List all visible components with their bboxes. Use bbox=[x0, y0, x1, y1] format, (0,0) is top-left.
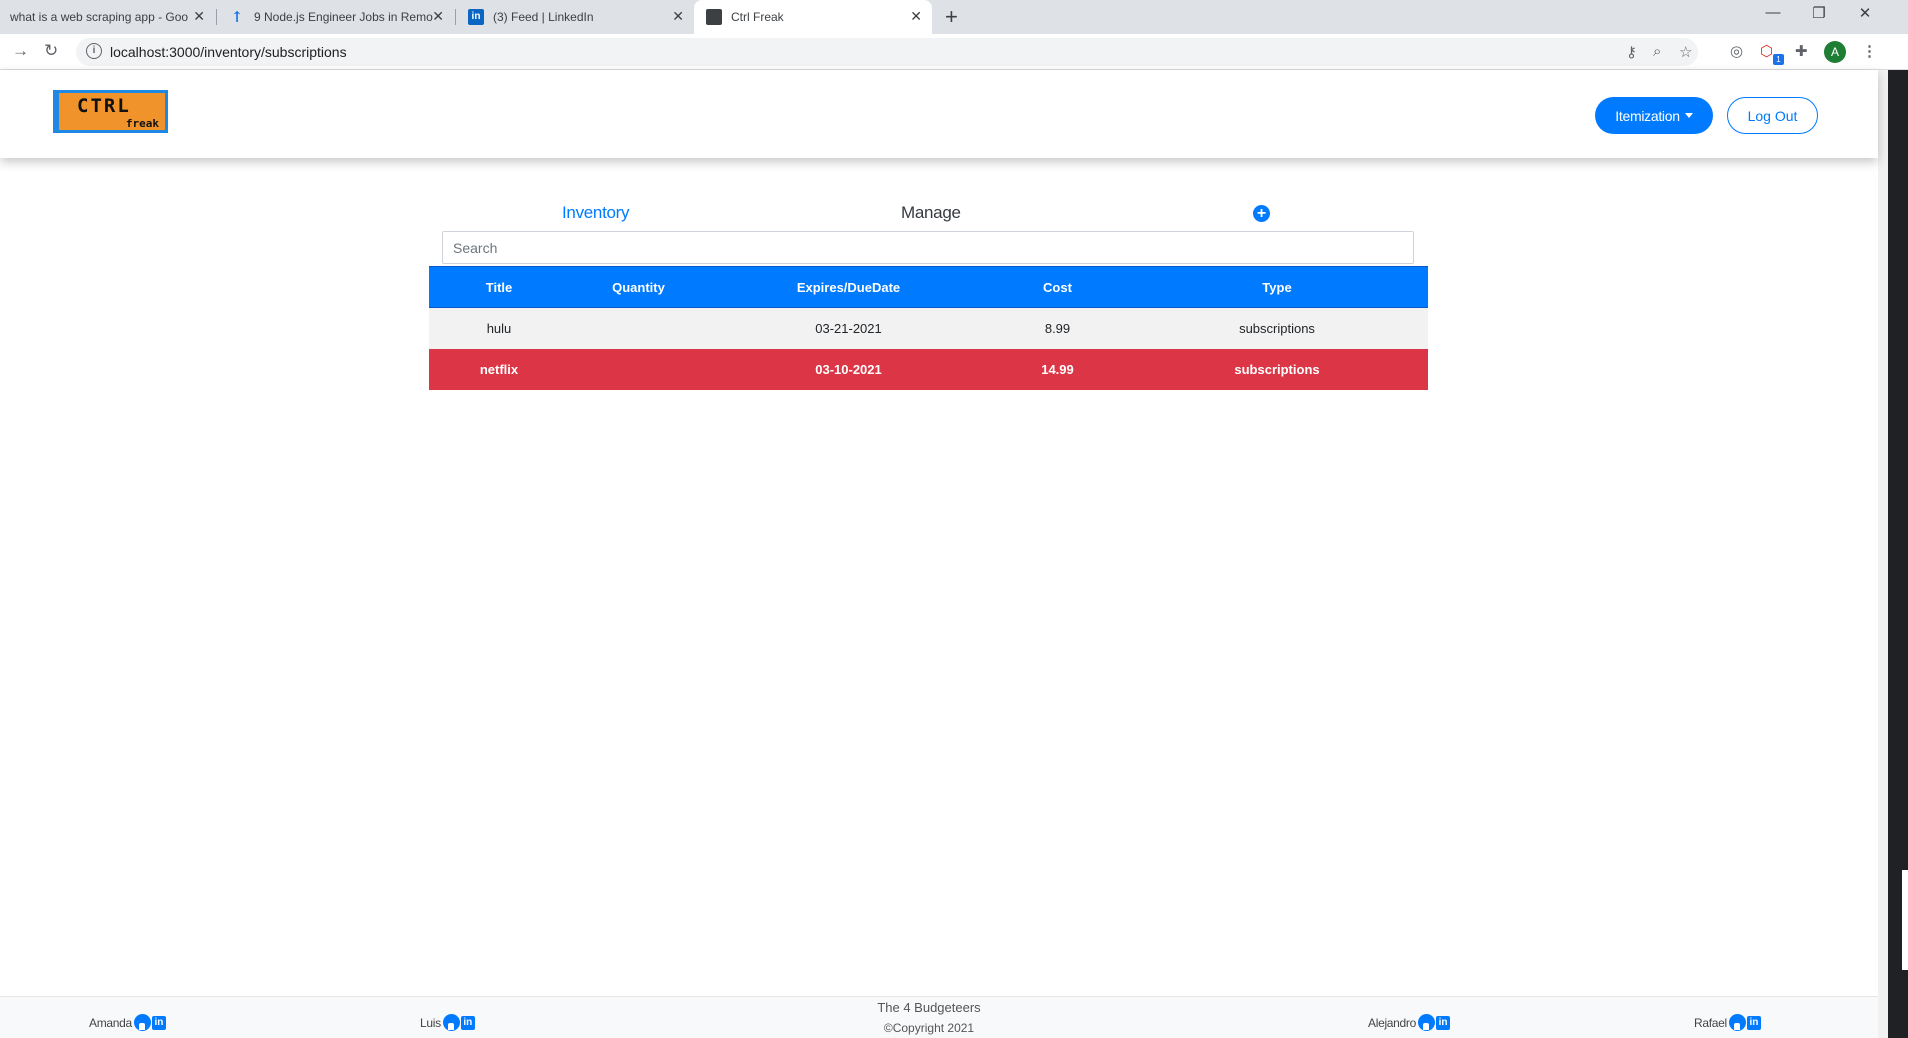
logo-box: CTRL freak bbox=[59, 93, 165, 130]
caret-down-icon bbox=[1684, 113, 1693, 118]
cell-title: hulu bbox=[486, 320, 512, 336]
cell-quantity bbox=[569, 308, 708, 349]
minimize-icon[interactable]: — bbox=[1750, 4, 1796, 21]
menu-icon[interactable]: ⋮ bbox=[1862, 42, 1877, 60]
logout-button[interactable]: Log Out bbox=[1727, 97, 1818, 134]
cell-due-date: 03-10-2021 bbox=[815, 361, 882, 377]
tab-inventory[interactable]: Inventory bbox=[562, 203, 630, 223]
linkedin-icon[interactable]: in bbox=[460, 1015, 475, 1030]
reload-icon[interactable]: ↻ bbox=[44, 41, 58, 61]
inventory-table: Title Quantity Expires/DueDate Cost Type… bbox=[429, 266, 1428, 390]
linkedin-icon[interactable]: in bbox=[1436, 1015, 1451, 1030]
logo[interactable]: CTRL freak bbox=[53, 90, 168, 133]
browser-tab-active[interactable]: Ctrl Freak ✕ bbox=[694, 0, 932, 34]
tab-title: Ctrl Freak bbox=[731, 10, 784, 24]
linkedin-icon[interactable]: in bbox=[151, 1015, 166, 1030]
footer: Amanda in Luis in The 4 Budgeteers ©Copy… bbox=[0, 996, 1878, 1038]
logo-subtext: freak bbox=[125, 117, 159, 130]
close-icon[interactable]: ✕ bbox=[672, 8, 684, 25]
key-icon[interactable]: ⚷ bbox=[1626, 43, 1637, 61]
column-header: Title bbox=[429, 266, 569, 308]
browser-tab[interactable]: what is a web scraping app - Goo ✕ bbox=[0, 0, 215, 34]
team-member: Luis in bbox=[420, 1014, 475, 1031]
team-member: Rafael in bbox=[1694, 1014, 1761, 1031]
plus-circle-icon[interactable]: + bbox=[1253, 205, 1270, 222]
itemization-dropdown-button[interactable]: Itemization bbox=[1595, 97, 1713, 134]
info-icon[interactable]: i bbox=[86, 43, 102, 59]
table-row[interactable]: hulu 03-21-2021 8.99 subscriptions bbox=[429, 307, 1428, 349]
table-header-row: Title Quantity Expires/DueDate Cost Type bbox=[429, 266, 1428, 308]
linkedin-icon[interactable]: in bbox=[1746, 1015, 1761, 1030]
microsoft-icon: ↑ bbox=[230, 8, 244, 26]
new-tab-icon[interactable]: + bbox=[945, 5, 958, 29]
column-header: Type bbox=[1126, 266, 1428, 308]
itemization-label: Itemization bbox=[1615, 107, 1680, 124]
side-panel bbox=[1888, 70, 1908, 1038]
linkedin-icon: in bbox=[468, 9, 484, 25]
tab-title: 9 Node.js Engineer Jobs in Remo bbox=[254, 10, 433, 24]
github-icon[interactable] bbox=[1728, 1014, 1746, 1031]
extension-icon[interactable]: ◎ bbox=[1730, 42, 1743, 60]
team-member: Amanda in bbox=[89, 1014, 166, 1031]
browser-tab-bar: what is a web scraping app - Goo ✕ ↑ 9 N… bbox=[0, 0, 1908, 34]
app-navbar: CTRL freak Itemization Log Out bbox=[0, 70, 1878, 158]
cell-title: netflix bbox=[479, 361, 519, 377]
url-text: localhost:3000/inventory/subscriptions bbox=[110, 44, 347, 60]
puzzle-icon[interactable]: ✚ bbox=[1795, 42, 1808, 60]
cell-quantity bbox=[569, 349, 708, 390]
close-icon[interactable]: ✕ bbox=[193, 8, 205, 25]
extension-badge: 1 bbox=[1773, 54, 1784, 65]
member-name: Rafael bbox=[1694, 1015, 1727, 1030]
team-member: Alejandro in bbox=[1368, 1014, 1451, 1031]
browser-address-bar: → ↻ i localhost:3000/inventory/subscript… bbox=[0, 34, 1908, 70]
extension-icon[interactable]: ⬡ bbox=[1760, 42, 1773, 60]
table-row-overdue[interactable]: netflix 03-10-2021 14.99 subscriptions bbox=[429, 348, 1428, 390]
cell-type: subscriptions bbox=[1234, 361, 1320, 377]
close-icon[interactable]: ✕ bbox=[910, 8, 922, 25]
restore-icon[interactable]: ❐ bbox=[1796, 4, 1842, 22]
browser-tab[interactable]: in (3) Feed | LinkedIn ✕ bbox=[456, 0, 694, 34]
avatar[interactable]: A bbox=[1824, 41, 1846, 63]
cell-cost: 14.99 bbox=[1041, 361, 1074, 377]
member-name: Alejandro bbox=[1368, 1015, 1417, 1030]
scrollbar[interactable] bbox=[1878, 70, 1888, 1038]
close-icon[interactable]: ✕ bbox=[432, 8, 444, 25]
github-icon[interactable] bbox=[133, 1014, 151, 1031]
cell-type: subscriptions bbox=[1239, 320, 1315, 336]
forward-icon[interactable]: → bbox=[12, 41, 29, 61]
column-header: Cost bbox=[989, 266, 1126, 308]
zoom-icon[interactable]: ⌕ bbox=[1653, 43, 1661, 60]
logo-text: CTRL bbox=[77, 95, 131, 117]
github-icon[interactable] bbox=[442, 1014, 460, 1031]
search-input[interactable] bbox=[442, 231, 1414, 264]
copyright: ©Copyright 2021 bbox=[883, 1021, 975, 1035]
cell-due-date: 03-21-2021 bbox=[815, 320, 882, 336]
github-icon[interactable] bbox=[1418, 1014, 1436, 1031]
omnibox[interactable]: i localhost:3000/inventory/subscriptions… bbox=[76, 38, 1698, 66]
close-window-icon[interactable]: ✕ bbox=[1842, 4, 1888, 22]
side-panel-handle[interactable] bbox=[1902, 870, 1908, 970]
browser-tab[interactable]: ↑ 9 Node.js Engineer Jobs in Remo ✕ bbox=[217, 0, 454, 34]
tab-manage[interactable]: Manage bbox=[901, 203, 961, 223]
tab-title: what is a web scraping app - Goo bbox=[10, 10, 188, 24]
member-name: Amanda bbox=[89, 1015, 132, 1030]
column-header: Expires/DueDate bbox=[708, 266, 989, 308]
column-header: Quantity bbox=[569, 266, 708, 308]
team-name: The 4 Budgeteers bbox=[877, 1000, 981, 1015]
member-name: Luis bbox=[420, 1015, 441, 1030]
cell-cost: 8.99 bbox=[1044, 320, 1071, 336]
star-icon[interactable]: ☆ bbox=[1679, 43, 1692, 61]
tab-title: (3) Feed | LinkedIn bbox=[493, 10, 594, 24]
page-icon bbox=[706, 9, 722, 25]
